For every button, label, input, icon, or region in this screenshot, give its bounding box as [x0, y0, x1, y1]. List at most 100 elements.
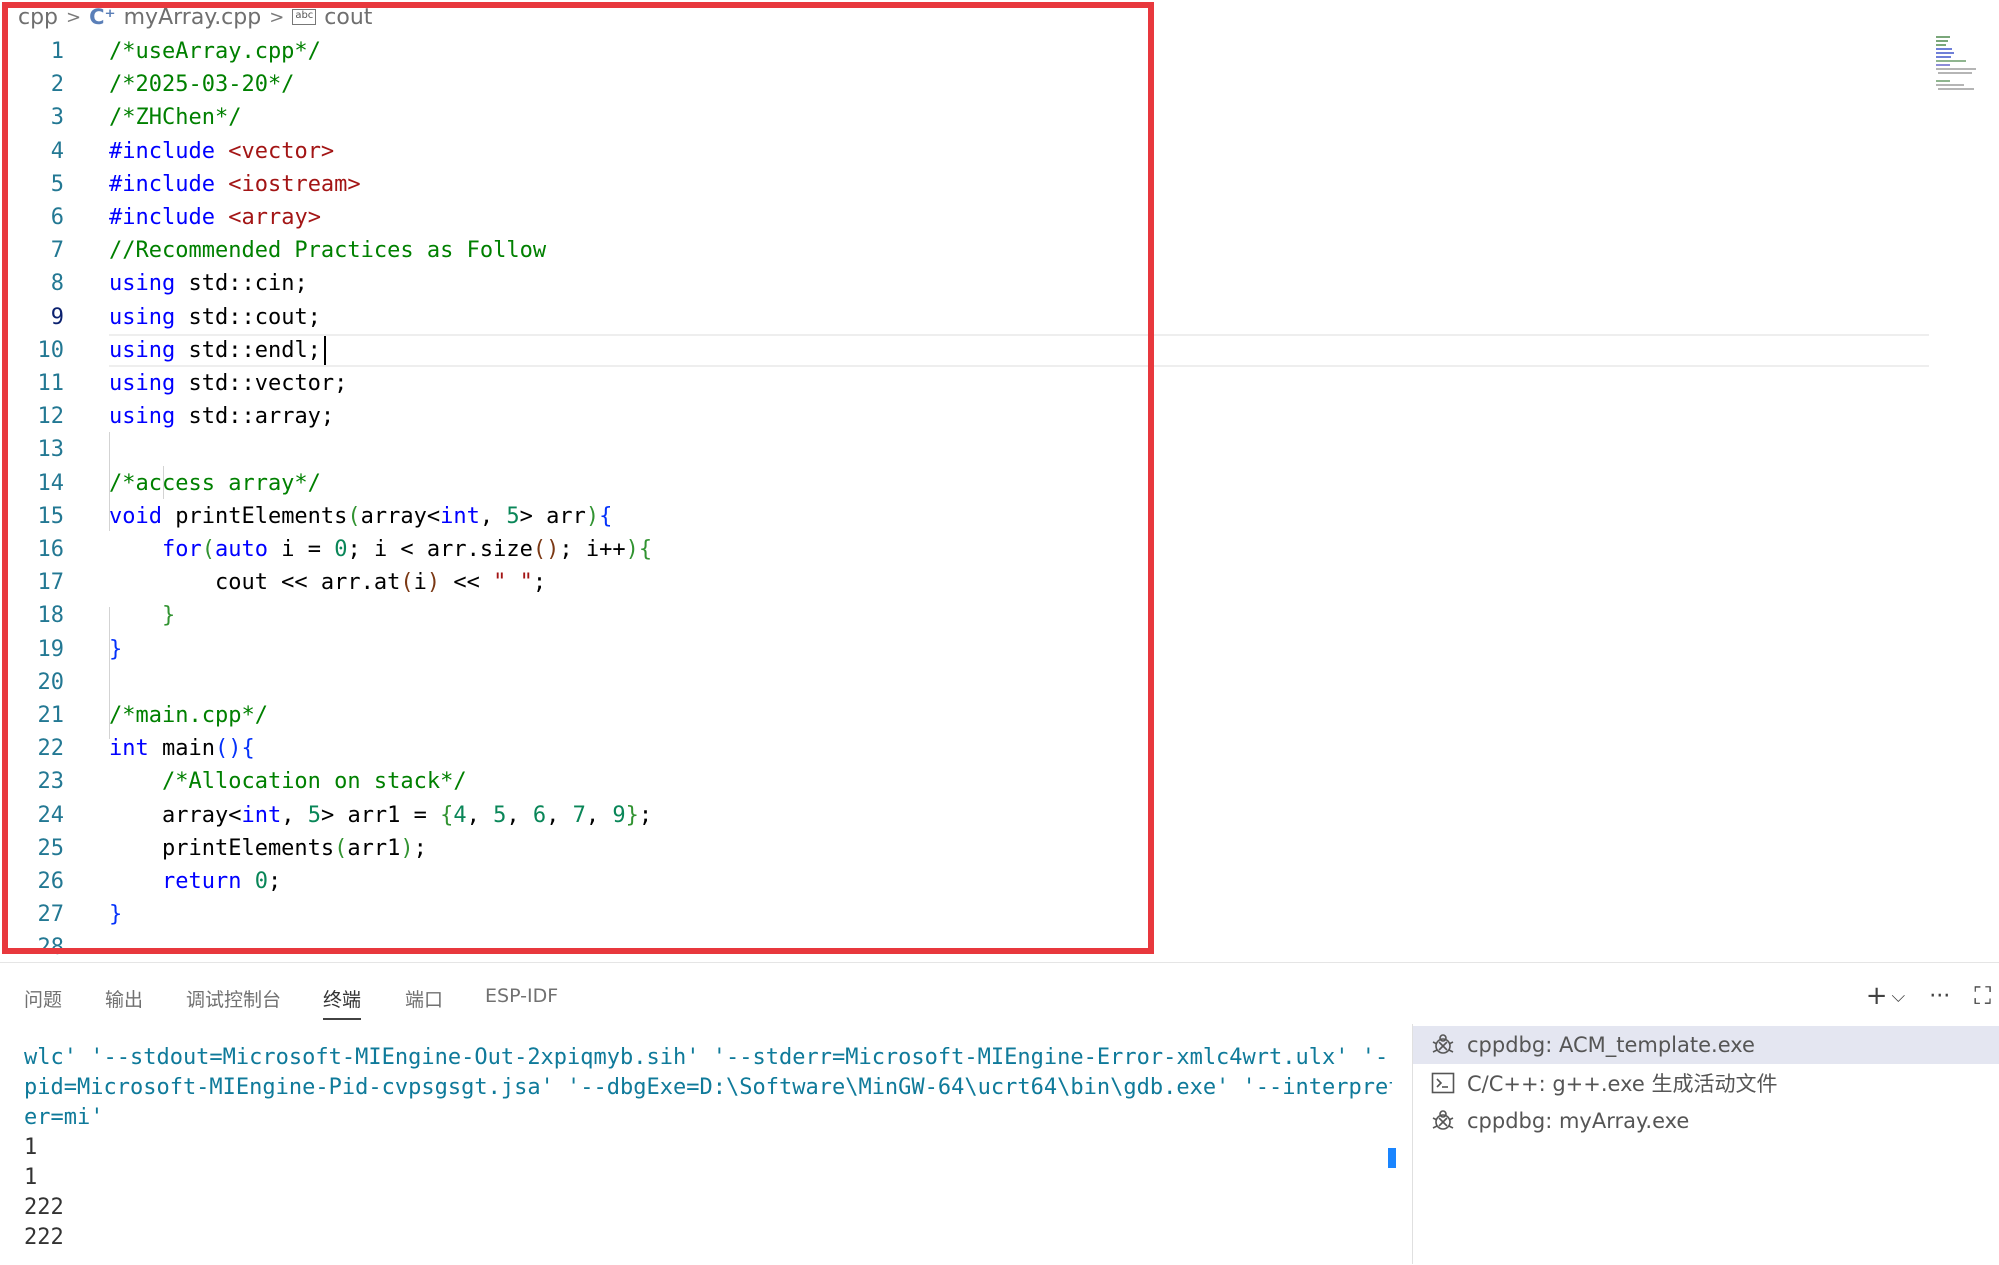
code-text: /*main.cpp*/: [109, 699, 268, 732]
line-number: 13: [37, 437, 65, 462]
text-cursor: [324, 336, 326, 365]
terminal-session-item[interactable]: C/C++: g++.exe 生成活动文件: [1413, 1064, 1999, 1102]
terminal-line: 1: [24, 1135, 38, 1160]
code-token: i: [413, 570, 427, 595]
code-line[interactable]: 3 /*ZHChen*/: [0, 101, 1930, 134]
code-line[interactable]: 4 #include <vector>: [0, 135, 1930, 168]
breadcrumb-folder[interactable]: cpp: [18, 5, 58, 30]
code-token: using: [109, 338, 176, 363]
chevron-right-icon: >: [269, 6, 285, 28]
terminal-session-label: cppdbg: ACM_template.exe: [1467, 1033, 1755, 1057]
code-line[interactable]: 27}: [0, 898, 1930, 931]
code-line[interactable]: 15 void printElements(array<int, 5> arr){: [0, 500, 1930, 533]
code-text: #include <iostream>: [109, 168, 361, 201]
code-line[interactable]: 14 /*access array*/: [0, 467, 1930, 500]
code-line[interactable]: 6 #include <array>: [0, 201, 1930, 234]
code-token: arr1: [347, 836, 401, 861]
code-token: int: [241, 803, 282, 828]
code-text: using std::vector;: [109, 367, 347, 400]
code-token: (: [201, 537, 215, 562]
code-line[interactable]: 21 /*main.cpp*/: [0, 699, 1930, 732]
code-line[interactable]: 2 /*2025-03-20*/: [0, 68, 1930, 101]
code-line[interactable]: 17 cout << arr.at(i) << " ";: [0, 566, 1930, 599]
terminal-session-item[interactable]: cppdbg: ACM_template.exe: [1413, 1026, 1999, 1064]
terminal-icon: [1429, 1069, 1457, 1097]
code-line[interactable]: 1 /*useArray.cpp*/: [0, 35, 1930, 68]
tab-debug-console[interactable]: 调试控制台: [186, 985, 281, 1018]
code-token: std::cout;: [175, 305, 321, 330]
more-actions-icon[interactable]: ···: [1929, 984, 1950, 1009]
code-line[interactable]: 18 }: [0, 599, 1930, 632]
code-token: /*main.cpp*/: [109, 703, 268, 728]
tab-terminal[interactable]: 终端: [323, 985, 362, 1020]
code-text: //Recommended Practices as Follow: [109, 234, 546, 267]
code-text: #include <array>: [109, 201, 321, 234]
terminal-session-item[interactable]: cppdbg: myArray.exe: [1413, 1102, 1999, 1140]
code-token: ; i < arr.size: [347, 537, 533, 562]
code-line[interactable]: 22 int main(){: [0, 732, 1930, 765]
tab-esp-idf[interactable]: ESP-IDF: [485, 985, 558, 1013]
code-line[interactable]: 7 //Recommended Practices as Follow: [0, 234, 1930, 267]
breadcrumb-symbol[interactable]: cout: [324, 5, 372, 30]
code-token: /*Allocation on stack*/: [161, 769, 467, 794]
line-number: 7: [50, 238, 64, 263]
code-line[interactable]: 16 for(auto i = 0; i < arr.size(); i++){: [0, 533, 1930, 566]
code-line[interactable]: 28: [0, 931, 1930, 956]
code-line[interactable]: 10 using std::endl;: [0, 334, 1930, 367]
tab-problems[interactable]: 问题: [24, 985, 62, 1018]
code-token: ,: [281, 803, 308, 828]
code-token: /*access array*/: [109, 471, 321, 496]
tab-output[interactable]: 输出: [105, 985, 143, 1018]
line-number: 3: [50, 105, 64, 130]
code-token: /*useArray.cpp*/: [109, 39, 321, 64]
line-number: 26: [37, 869, 65, 894]
code-line[interactable]: 11 using std::vector;: [0, 367, 1930, 400]
code-line[interactable]: 9 using std::cout;: [0, 301, 1930, 334]
code-token: /*ZHChen*/: [109, 105, 242, 130]
code-token: using: [109, 371, 176, 396]
maximize-panel-icon[interactable]: ⛶: [1974, 982, 1991, 1010]
code-text: /*2025-03-20*/: [109, 68, 294, 101]
breadcrumb-file[interactable]: myArray.cpp: [124, 5, 262, 30]
code-text: using std::cin;: [109, 267, 308, 300]
code-line[interactable]: 25 printElements(arr1);: [0, 832, 1930, 865]
tab-ports[interactable]: 端口: [405, 985, 443, 1018]
code-token: (: [347, 504, 361, 529]
code-line[interactable]: 13: [0, 433, 1930, 466]
chevron-right-icon: >: [66, 6, 82, 28]
line-number: 22: [37, 736, 65, 761]
code-token: ;: [532, 570, 547, 595]
code-token: (){: [214, 736, 255, 761]
code-line[interactable]: 23 /*Allocation on stack*/: [0, 765, 1930, 798]
code-token: using: [109, 404, 176, 429]
terminal-output[interactable]: wlc' '--stdout=Microsoft-MIEngine-Out-2x…: [0, 1043, 1392, 1265]
code-token: {: [440, 803, 454, 828]
code-token: ): [625, 537, 639, 562]
code-editor[interactable]: 1 /*useArray.cpp*/ 2 /*2025-03-20*/ 3 /*ZHChe…: [0, 34, 1930, 956]
code-text: using std::array;: [109, 400, 334, 433]
line-number: 14: [37, 471, 65, 496]
code-token: 5: [493, 803, 507, 828]
code-line[interactable]: 26 return 0;: [0, 865, 1930, 898]
code-token: int: [440, 504, 480, 529]
code-line[interactable]: 8 using std::cin;: [0, 267, 1930, 300]
line-number: 5: [50, 172, 64, 197]
code-line[interactable]: 12 using std::array;: [0, 400, 1930, 433]
code-token: ): [400, 836, 414, 861]
code-token: int: [109, 736, 149, 761]
debug-icon: [1429, 1031, 1457, 1059]
code-token: <iostream>: [228, 172, 361, 197]
code-line[interactable]: 19}: [0, 633, 1930, 666]
code-line[interactable]: 5 #include <iostream>: [0, 168, 1930, 201]
chevron-down-icon[interactable]: ⌵: [1892, 986, 1906, 1007]
terminal-scrollbar-marker[interactable]: [1388, 1148, 1396, 1168]
code-token: 0: [254, 869, 268, 894]
minimap[interactable]: [1936, 34, 1980, 94]
code-line[interactable]: 24 array<int, 5> arr1 = {4, 5, 6, 7, 9};: [0, 799, 1930, 832]
code-line[interactable]: 20: [0, 666, 1930, 699]
code-token: 5: [506, 504, 520, 529]
new-terminal-icon[interactable]: +: [1866, 981, 1888, 1011]
line-number: 4: [50, 139, 64, 164]
